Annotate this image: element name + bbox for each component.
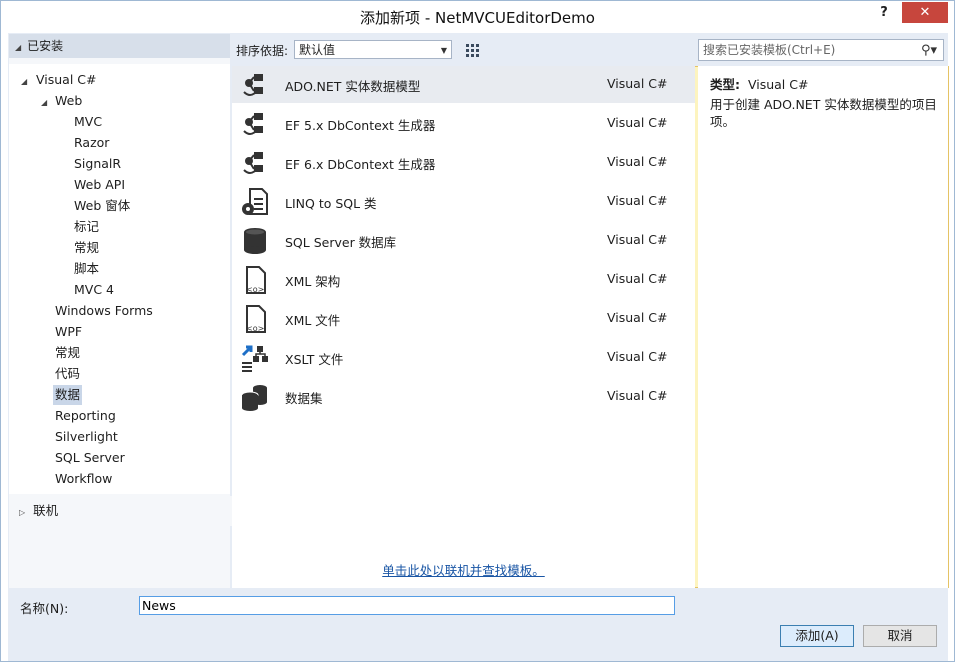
dataset-icon	[241, 385, 267, 411]
details-type: 类型: Visual C#	[710, 74, 808, 93]
template-language: Visual C#	[607, 271, 668, 286]
dialog-body: ◢ 已安装 ◢ Visual C# ◢ Web MVC Razor SignalR…	[8, 33, 949, 589]
list-item[interactable]: ADO.NET 实体数据模型 Visual C#	[232, 66, 695, 103]
template-language: Visual C#	[607, 76, 668, 91]
online-templates-link[interactable]: 单击此处以联机并查找模板。	[232, 560, 695, 579]
template-search-box[interactable]: 搜索已安装模板(Ctrl+E) ⚲▾	[698, 39, 944, 61]
tree-item-web-api[interactable]: Web API	[74, 175, 125, 195]
template-language: Visual C#	[607, 115, 668, 130]
bottom-bar: 名称(N): 添加(A) 取消	[8, 589, 948, 661]
list-item[interactable]: EF 5.x DbContext 生成器 Visual C#	[232, 105, 695, 142]
add-new-item-dialog: 添加新项 - NetMVCUEditorDemo ? ✕ ◢ 已安装 ◢ Visu…	[0, 0, 955, 662]
template-language: Visual C#	[607, 154, 668, 169]
tree-item-mvc[interactable]: MVC	[74, 112, 102, 132]
template-name: EF 6.x DbContext 生成器	[285, 157, 436, 172]
dbcontext-generator-icon	[243, 152, 263, 174]
list-item[interactable]: SQL Server 数据库 Visual C#	[232, 222, 695, 259]
tree-item-data[interactable]: 数据	[53, 385, 83, 405]
tree-item-web-forms[interactable]: Web 窗体	[74, 196, 130, 216]
tree-item-markup[interactable]: 标记	[74, 217, 99, 237]
online-header[interactable]: ▷ 联机	[9, 496, 240, 526]
entity-model-icon	[243, 74, 263, 96]
svg-text:<o>: <o>	[246, 324, 264, 333]
expanded-arrow-icon[interactable]: ◢	[41, 98, 47, 107]
toolbar: 排序依据: 默认值 ▼ 搜索已安装模板(Ctrl+E) ⚲▾	[232, 33, 949, 588]
details-type-label: 类型:	[710, 77, 740, 92]
expand-arrow-icon: ▷	[19, 508, 26, 517]
sort-select[interactable]: 默认值 ▼	[294, 40, 452, 59]
details-type-value: Visual C#	[747, 77, 809, 92]
add-button[interactable]: 添加(A)	[780, 625, 854, 647]
template-language: Visual C#	[607, 349, 668, 364]
dbcontext-generator-icon	[243, 113, 263, 135]
installed-header[interactable]: ◢ 已安装	[9, 34, 230, 58]
tree-item-reporting[interactable]: Reporting	[55, 406, 116, 426]
tree-item-workflow[interactable]: Workflow	[55, 469, 112, 489]
list-item[interactable]: <o> XML 架构 Visual C#	[232, 261, 695, 298]
tree-item-script[interactable]: 脚本	[74, 259, 99, 279]
template-language: Visual C#	[607, 310, 668, 325]
list-item[interactable]: EF 6.x DbContext 生成器 Visual C#	[232, 144, 695, 181]
installed-header-label: 已安装	[27, 39, 64, 53]
linq-to-sql-icon	[242, 188, 268, 215]
database-icon	[244, 228, 266, 254]
list-item[interactable]: XSLT 文件 Visual C#	[232, 339, 695, 376]
template-list: ADO.NET 实体数据模型 Visual C# EF 5.x DbContex…	[232, 66, 695, 588]
template-name: XSLT 文件	[285, 352, 344, 367]
tree-item-razor[interactable]: Razor	[74, 133, 109, 153]
cancel-button[interactable]: 取消	[863, 625, 937, 647]
template-language: Visual C#	[607, 232, 668, 247]
tree-item-mvc4[interactable]: MVC 4	[74, 280, 114, 300]
sort-select-value: 默认值	[299, 43, 336, 57]
help-button[interactable]: ?	[874, 5, 894, 23]
expanded-arrow-icon[interactable]: ◢	[21, 77, 27, 86]
tree-item-wpf[interactable]: WPF	[55, 322, 82, 342]
window-title: 添加新项 - NetMVCUEditorDemo	[360, 9, 595, 27]
sort-label: 排序依据:	[236, 44, 289, 58]
svg-text:<o>: <o>	[246, 285, 264, 294]
small-icons-view-button[interactable]	[462, 40, 482, 60]
template-name: XML 文件	[285, 313, 341, 328]
xml-schema-icon: <o>	[246, 266, 266, 294]
template-language: Visual C#	[607, 193, 668, 208]
tree-item-signalr[interactable]: SignalR	[74, 154, 121, 174]
tree-item-windows-forms[interactable]: Windows Forms	[55, 301, 153, 321]
details-panel: 类型: Visual C# 用于创建 ADO.NET 实体数据模型的项目项。	[698, 66, 948, 588]
template-name: XML 架构	[285, 274, 341, 289]
collapse-arrow-icon: ◢	[15, 43, 22, 52]
tree-item-general-web[interactable]: 常规	[74, 238, 99, 258]
template-name: LINQ to SQL 类	[285, 196, 377, 211]
tree-item-web[interactable]: Web	[55, 91, 82, 111]
online-header-label: 联机	[33, 503, 59, 518]
search-placeholder: 搜索已安装模板(Ctrl+E)	[703, 43, 836, 57]
tree-item-code[interactable]: 代码	[55, 364, 80, 384]
list-item[interactable]: 数据集 Visual C#	[232, 378, 695, 415]
list-item[interactable]: <o> XML 文件 Visual C#	[232, 300, 695, 337]
name-label: 名称(N):	[20, 601, 69, 616]
category-tree: ◢ Visual C# ◢ Web MVC Razor SignalR Web …	[9, 64, 230, 494]
tree-item-silverlight[interactable]: Silverlight	[55, 427, 118, 447]
xslt-file-icon	[241, 345, 268, 372]
template-name: 数据集	[285, 391, 323, 406]
tree-item-general[interactable]: 常规	[55, 343, 80, 363]
template-name: ADO.NET 实体数据模型	[285, 79, 421, 94]
name-field[interactable]	[139, 596, 675, 615]
category-panel: ◢ 已安装 ◢ Visual C# ◢ Web MVC Razor SignalR…	[9, 34, 240, 588]
xml-file-icon: <o>	[246, 305, 266, 333]
details-description: 用于创建 ADO.NET 实体数据模型的项目项。	[710, 97, 937, 129]
list-item[interactable]: LINQ to SQL 类 Visual C#	[232, 183, 695, 220]
chevron-down-icon: ▼	[440, 46, 447, 55]
template-name: EF 5.x DbContext 生成器	[285, 118, 436, 133]
title-bar: 添加新项 - NetMVCUEditorDemo ? ✕	[1, 1, 954, 33]
grid-view-icon	[466, 44, 479, 57]
template-language: Visual C#	[607, 388, 668, 403]
tree-item-visual-csharp[interactable]: Visual C#	[36, 70, 97, 90]
search-icon[interactable]: ⚲▾	[921, 41, 937, 61]
template-name: SQL Server 数据库	[285, 235, 397, 250]
tree-item-sql-server[interactable]: SQL Server	[55, 448, 125, 468]
close-button[interactable]: ✕	[902, 2, 948, 23]
